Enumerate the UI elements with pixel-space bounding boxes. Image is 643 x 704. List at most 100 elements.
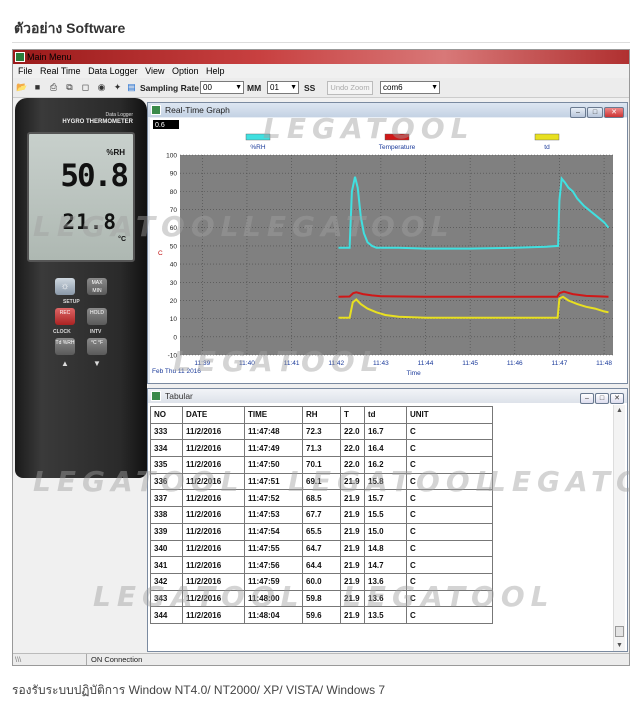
undo-zoom-button[interactable]: Undo Zoom bbox=[327, 81, 373, 95]
maximize-button[interactable]: □ bbox=[595, 393, 609, 404]
legend-swatch bbox=[534, 133, 560, 141]
scroll-down-icon[interactable]: ▼ bbox=[616, 642, 623, 649]
table-row[interactable]: 334 11/2/2016 11:47:49 71.3 22.0 16.4 C bbox=[150, 439, 493, 458]
com-port-value: com6 bbox=[383, 83, 403, 92]
copy-icon[interactable]: ⧉ bbox=[64, 82, 75, 93]
clock-label: CLOCK bbox=[53, 329, 71, 335]
table-cell: 11/2/2016 bbox=[182, 572, 245, 591]
up-arrow-icon: ▲ bbox=[61, 359, 69, 368]
table-cell: 21.9 bbox=[340, 489, 365, 508]
x-tick-label: 11:43 bbox=[373, 360, 389, 367]
chart-icon[interactable]: ▤ bbox=[126, 82, 137, 93]
table-cell: 16.4 bbox=[364, 439, 407, 458]
minimize-button[interactable]: – bbox=[570, 107, 586, 118]
table-cell: 67.7 bbox=[302, 506, 341, 524]
tabular-window-title: Tabular bbox=[165, 391, 193, 401]
table-row[interactable]: 335 11/2/2016 11:47:50 70.1 22.0 16.2 C bbox=[150, 456, 493, 474]
x-tick-label: 11:40 bbox=[239, 360, 255, 367]
table-row[interactable]: 342 11/2/2016 11:47:59 60.0 21.9 13.6 C bbox=[150, 572, 493, 591]
table-row[interactable]: 338 11/2/2016 11:47:53 67.7 21.9 15.5 C bbox=[150, 506, 493, 524]
menu-file[interactable]: File bbox=[18, 66, 33, 76]
graph-window-titlebar: Real-Time Graph – □ ✕ bbox=[148, 103, 627, 118]
table-cell: C bbox=[406, 572, 493, 591]
ss-label: SS bbox=[304, 83, 316, 93]
y-tick-label: 50 bbox=[170, 243, 178, 250]
table-cell: 11/2/2016 bbox=[182, 456, 245, 474]
column-header: NO bbox=[150, 406, 183, 424]
table-row[interactable]: 333 11/2/2016 11:47:48 72.3 22.0 16.7 C bbox=[150, 422, 493, 441]
open-folder-icon[interactable]: 📂 bbox=[16, 82, 27, 93]
close-button[interactable]: ✕ bbox=[610, 393, 624, 404]
y-tick-label: 100 bbox=[166, 153, 177, 160]
table-cell: C bbox=[406, 422, 493, 441]
legend-label: Temperature bbox=[379, 144, 416, 151]
toolbar: 📂 ■ ⎙ ⧉ ◻ ◉ ✦ ▤ Sampling Rate 00 ▼ MM 01 ▼… bbox=[13, 78, 629, 98]
table-cell: 339 bbox=[150, 522, 183, 541]
stop-icon[interactable]: ◻ bbox=[80, 82, 91, 93]
table-row[interactable]: 344 11/2/2016 11:48:04 59.6 21.9 13.5 C bbox=[150, 606, 493, 624]
table-cell: 64.4 bbox=[302, 556, 341, 574]
table-row[interactable]: 339 11/2/2016 11:47:54 65.5 21.9 15.0 C bbox=[150, 522, 493, 541]
table-cell: 11/2/2016 bbox=[182, 422, 245, 441]
table-row[interactable]: 343 11/2/2016 11:48:00 59.8 21.9 13.6 C bbox=[150, 589, 493, 608]
record-icon[interactable]: ◉ bbox=[96, 82, 107, 93]
settings-wand-icon[interactable]: ✦ bbox=[112, 82, 123, 93]
scroll-thumb[interactable] bbox=[615, 626, 624, 637]
x-tick-label: 11:47 bbox=[552, 360, 568, 367]
table-cell: C bbox=[406, 489, 493, 508]
table-cell: 336 bbox=[150, 472, 183, 491]
chart-area: 0.6 100 90 80 70 60 50 40 30 20 10 0 -10 11:39 11:40 11… bbox=[150, 118, 627, 383]
mm-label: MM bbox=[247, 83, 262, 93]
close-button[interactable]: ✕ bbox=[604, 107, 624, 118]
table-cell: 59.6 bbox=[302, 606, 341, 624]
td-rh-button: Td %RH bbox=[55, 338, 75, 355]
table-cell: 340 bbox=[150, 539, 183, 558]
software-screenshot: Main Menu File Real Time Data Logger Vie… bbox=[12, 49, 630, 666]
table-cell: 11/2/2016 bbox=[182, 506, 245, 524]
graph-window-title: Real-Time Graph bbox=[165, 105, 230, 115]
temp-unit: °C bbox=[118, 236, 126, 243]
table-row[interactable]: 337 11/2/2016 11:47:52 68.5 21.9 15.7 C bbox=[150, 489, 493, 508]
table-cell: 11:47:50 bbox=[244, 456, 303, 474]
table-cell: 11/2/2016 bbox=[182, 589, 245, 608]
table-row[interactable]: 341 11/2/2016 11:47:56 64.4 21.9 14.7 C bbox=[150, 556, 493, 574]
scroll-up-icon[interactable]: ▲ bbox=[616, 407, 623, 414]
data-table: NO DATE TIME RH Ttd UNIT 333 11/2/2016 11:47:48… bbox=[150, 406, 493, 624]
table-cell: 70.1 bbox=[302, 456, 341, 474]
down-arrow-icon: ▼ bbox=[93, 359, 101, 368]
menu-data-logger[interactable]: Data Logger bbox=[88, 66, 138, 76]
hour-select[interactable]: 00 ▼ bbox=[200, 81, 244, 94]
menu-view[interactable]: View bbox=[145, 66, 164, 76]
connection-status: ON Connection bbox=[86, 654, 142, 665]
print-icon[interactable]: ⎙ bbox=[48, 82, 59, 93]
realtime-graph-window: Real-Time Graph – □ ✕ 0.6 100 90 80 70 60 50 40 30… bbox=[147, 102, 628, 384]
hour-value: 00 bbox=[203, 83, 212, 92]
table-cell: 11/2/2016 bbox=[182, 439, 245, 458]
minute-select[interactable]: 01 ▼ bbox=[267, 81, 299, 94]
table-cell: C bbox=[406, 556, 493, 574]
device-model: HYGRO THERMOMETER bbox=[62, 119, 133, 125]
com-port-select[interactable]: com6 ▼ bbox=[380, 81, 440, 94]
table-cell: 68.5 bbox=[302, 489, 341, 508]
menu-real-time[interactable]: Real Time bbox=[40, 66, 81, 76]
table-cell: 13.6 bbox=[364, 589, 407, 608]
menu-help[interactable]: Help bbox=[206, 66, 225, 76]
hold-button: HOLD bbox=[87, 308, 107, 325]
maximize-button[interactable]: □ bbox=[587, 107, 603, 118]
chevron-down-icon: ▼ bbox=[235, 84, 242, 91]
table-cell: 16.7 bbox=[364, 422, 407, 441]
setup-label: SETUP bbox=[63, 299, 80, 305]
table-row[interactable]: 336 11/2/2016 11:47:51 69.1 21.9 15.8 C bbox=[150, 472, 493, 491]
table-cell: 11/2/2016 bbox=[182, 472, 245, 491]
menu-option[interactable]: Option bbox=[172, 66, 199, 76]
table-cell: 72.3 bbox=[302, 422, 341, 441]
table-cell: 11:47:51 bbox=[244, 472, 303, 491]
minimize-button[interactable]: – bbox=[580, 393, 594, 404]
table-cell: 13.6 bbox=[364, 572, 407, 591]
vertical-scrollbar[interactable]: ▲ ▼ bbox=[613, 405, 625, 651]
table-cell: 15.0 bbox=[364, 522, 407, 541]
table-row[interactable]: 340 11/2/2016 11:47:55 64.7 21.9 14.8 C bbox=[150, 539, 493, 558]
save-icon[interactable]: ■ bbox=[32, 82, 43, 93]
page-title: ตัวอย่าง Software bbox=[14, 20, 126, 36]
legend-label: td bbox=[544, 144, 550, 151]
